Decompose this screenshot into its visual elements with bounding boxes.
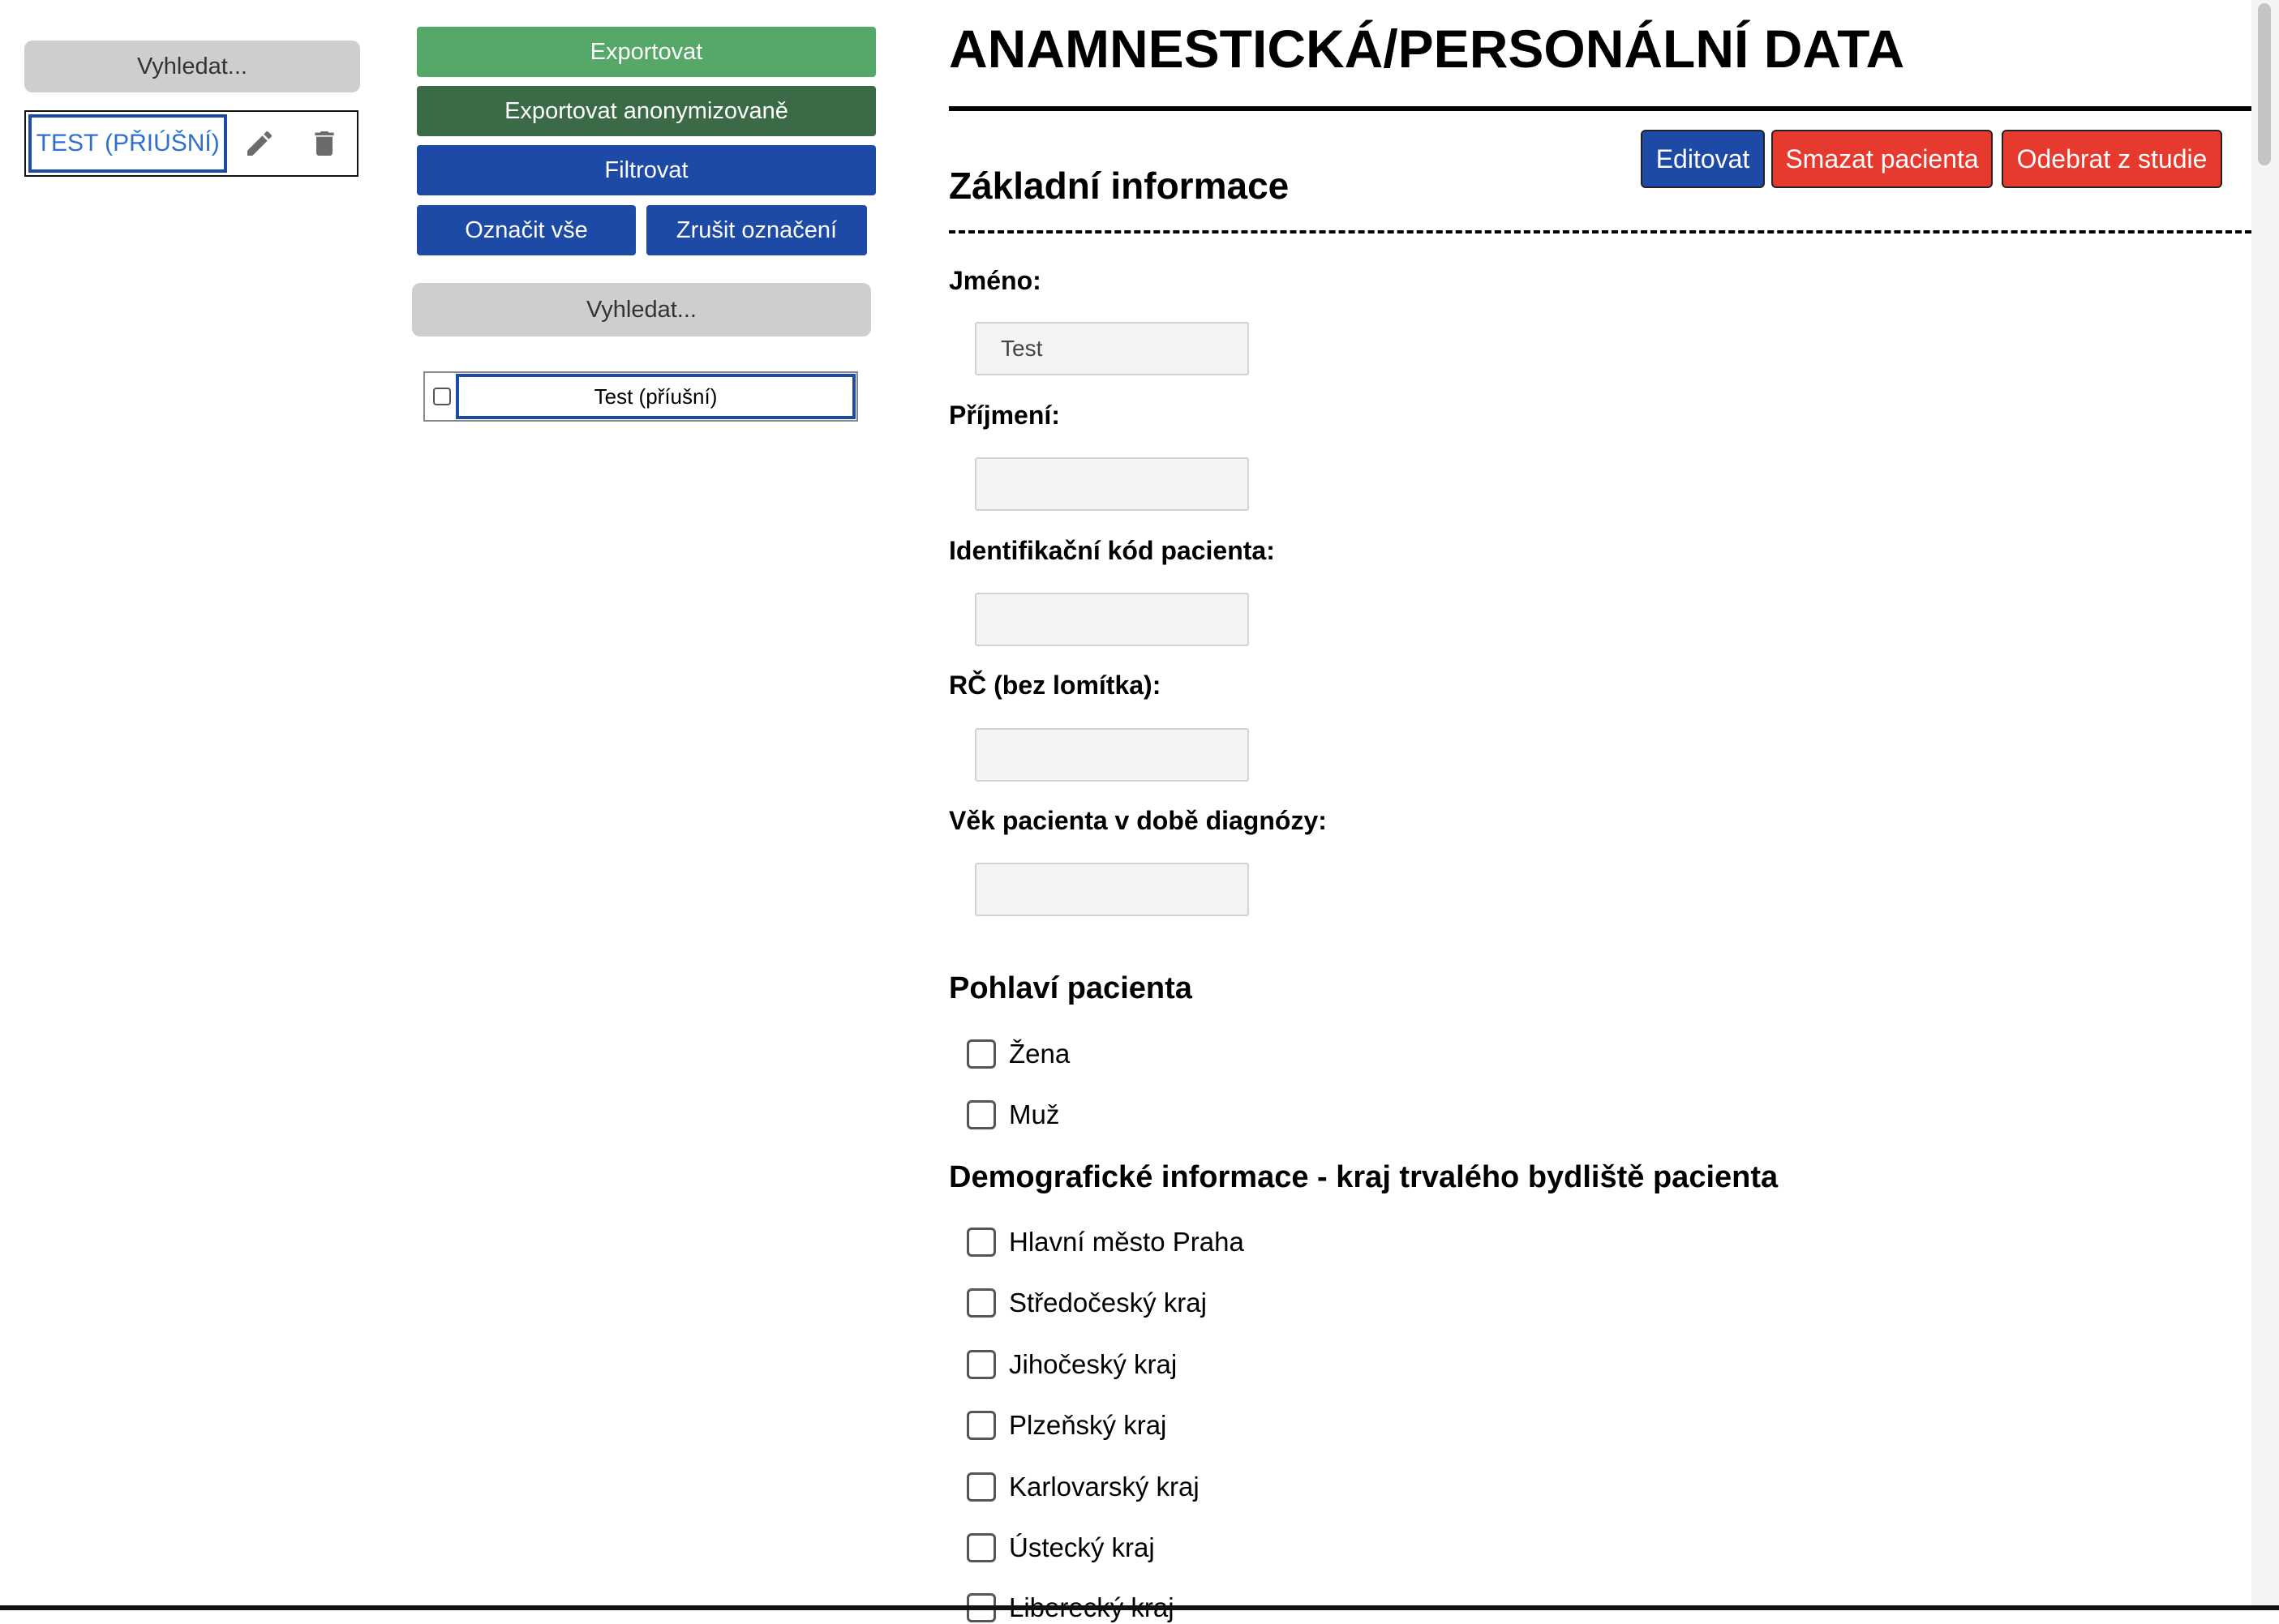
region-option[interactable]: Jihočeský kraj	[967, 1348, 1177, 1381]
sidebar-search-button[interactable]: Vyhledat...	[24, 41, 360, 92]
gender-title: Pohlaví pacienta	[949, 971, 1192, 1005]
edit-icon[interactable]	[227, 114, 292, 173]
region-option[interactable]: Středočeský kraj	[967, 1287, 1207, 1319]
option-label: Karlovarský kraj	[1009, 1472, 1200, 1502]
checkbox[interactable]	[967, 1350, 996, 1379]
list-item-label[interactable]: Test (příušní)	[456, 374, 856, 419]
first-name-label: Jméno:	[949, 266, 1041, 295]
checkbox[interactable]	[967, 1533, 996, 1562]
section-title: Základní informace	[949, 165, 1290, 207]
region-option[interactable]: Karlovarský kraj	[967, 1471, 1200, 1503]
scrollbar-thumb[interactable]	[2258, 3, 2271, 165]
checkbox[interactable]	[967, 1228, 996, 1257]
list-item-checkbox[interactable]	[433, 388, 451, 405]
region-option[interactable]: Ústecký kraj	[967, 1532, 1155, 1564]
checkbox[interactable]	[967, 1472, 996, 1502]
patient-id-field[interactable]	[975, 593, 1249, 646]
export-button[interactable]: Exportovat	[417, 27, 876, 77]
option-label: Žena	[1009, 1039, 1071, 1069]
region-title: Demografické informace - kraj trvalého b…	[949, 1160, 1779, 1194]
section-divider	[949, 230, 2251, 234]
list-search-button[interactable]: Vyhledat...	[412, 283, 871, 336]
age-at-diagnosis-field[interactable]	[975, 863, 1249, 916]
region-option[interactable]: Plzeňský kraj	[967, 1409, 1166, 1442]
trash-icon[interactable]	[292, 114, 357, 173]
list-item: Test (příušní)	[423, 371, 858, 422]
birth-number-field[interactable]	[975, 728, 1249, 782]
gender-option-male[interactable]: Muž	[967, 1099, 1059, 1131]
page-title: ANAMNESTICKÁ/PERSONÁLNÍ DATA	[949, 19, 1905, 79]
remove-from-study-button[interactable]: Odebrat z studie	[2002, 130, 2222, 188]
export-anonymized-button[interactable]: Exportovat anonymizovaně	[417, 86, 876, 136]
gender-option-female[interactable]: Žena	[967, 1038, 1070, 1070]
patient-card: TEST (PŘIÚŠNÍ)	[24, 110, 358, 177]
region-option[interactable]: Hlavní město Praha	[967, 1226, 1244, 1258]
option-label: Hlavní město Praha	[1009, 1227, 1244, 1257]
checkbox[interactable]	[967, 1411, 996, 1440]
edit-button[interactable]: Editovat	[1641, 130, 1765, 188]
patient-name-link[interactable]: TEST (PŘIÚŠNÍ)	[28, 114, 228, 173]
option-label: Plzeňský kraj	[1009, 1410, 1167, 1440]
age-at-diagnosis-label: Věk pacienta v době diagnózy:	[949, 806, 1327, 835]
title-divider	[949, 106, 2251, 111]
window-bottom-border	[0, 1605, 2279, 1610]
checkbox[interactable]	[967, 1039, 996, 1069]
option-label: Muž	[1009, 1099, 1060, 1129]
last-name-field[interactable]	[975, 457, 1249, 511]
checkbox[interactable]	[967, 1100, 996, 1129]
checkbox[interactable]	[967, 1288, 996, 1318]
vertical-scrollbar[interactable]	[2251, 0, 2279, 1610]
select-all-button[interactable]: Označit vše	[417, 205, 636, 255]
first-name-field[interactable]: Test	[975, 322, 1249, 375]
deselect-all-button[interactable]: Zrušit označení	[646, 205, 867, 255]
filter-button[interactable]: Filtrovat	[417, 145, 876, 195]
option-label: Středočeský kraj	[1009, 1288, 1207, 1318]
birth-number-label: RČ (bez lomítka):	[949, 671, 1161, 700]
last-name-label: Příjmení:	[949, 401, 1060, 430]
option-label: Jihočeský kraj	[1009, 1349, 1178, 1379]
delete-patient-button[interactable]: Smazat pacienta	[1771, 130, 1993, 188]
option-label: Ústecký kraj	[1009, 1532, 1155, 1562]
patient-id-label: Identifikační kód pacienta:	[949, 536, 1275, 565]
